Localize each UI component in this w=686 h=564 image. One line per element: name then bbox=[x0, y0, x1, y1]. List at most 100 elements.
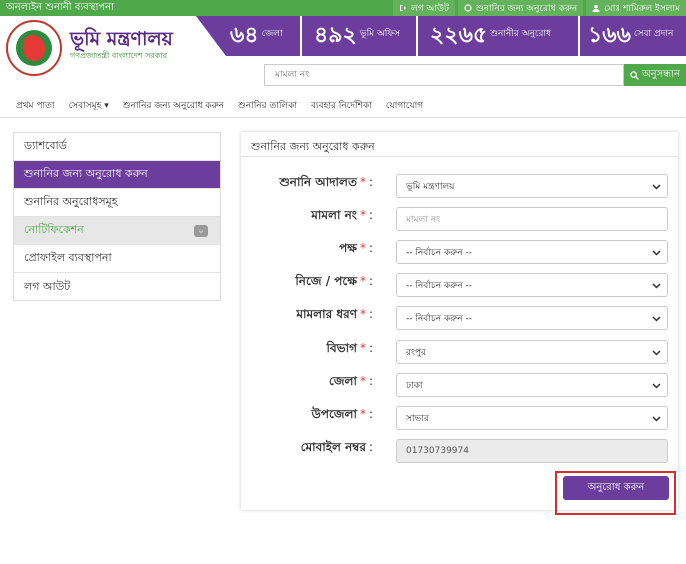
sidebar-item-dashboard[interactable]: ড্যাশবোর্ড bbox=[14, 133, 220, 161]
stat-number: ১৬৬ bbox=[588, 22, 631, 48]
chevron-down-icon bbox=[652, 350, 661, 356]
label-colon: : bbox=[368, 440, 373, 454]
case-type-select[interactable]: -- নির্বাচন করুন -- bbox=[396, 306, 668, 330]
stat-hearing-requests: ২২৬৫ শুনানীর অনুরোধ bbox=[430, 16, 551, 56]
nav-contact[interactable]: যোগাযোগ bbox=[386, 98, 423, 113]
sidebar-item-hearing-requests[interactable]: শুনানির অনুরোধসমূহ bbox=[14, 189, 220, 217]
bangladesh-map-icon bbox=[23, 35, 45, 61]
user-icon bbox=[592, 4, 600, 12]
select-value: ভূমি মন্ত্রণালয় bbox=[406, 181, 455, 192]
search-input[interactable] bbox=[264, 64, 624, 86]
label-text: মোবাইল নম্বর bbox=[300, 440, 366, 454]
case-number-input[interactable]: মামলা নং bbox=[396, 207, 668, 231]
select-value: সাভার bbox=[406, 413, 429, 424]
required-mark: * bbox=[359, 208, 366, 222]
nav-services[interactable]: সেবাসমূহ ▾ bbox=[69, 98, 109, 113]
stat-divider bbox=[300, 16, 302, 56]
search-button-label: অনুসন্ধান bbox=[641, 68, 681, 80]
label-colon: : bbox=[368, 341, 373, 355]
stat-label: জেলা bbox=[261, 28, 283, 39]
hearing-request-form: শুনানির জন্য অনুরোধ করুন শুনানি আদালত *: … bbox=[241, 132, 678, 510]
logout-label: লগ আউট bbox=[411, 3, 449, 14]
sidebar-item-label: প্রোফাইল ব্যবস্থাপনা bbox=[24, 251, 112, 264]
self-or-party-select[interactable]: -- নির্বাচন করুন -- bbox=[396, 273, 668, 297]
sidebar-item-label: লগ আউট bbox=[24, 279, 71, 293]
label-division: বিভাগ *: bbox=[327, 340, 373, 360]
chevron-down-icon bbox=[652, 283, 661, 289]
label-text: মামলার ধরণ bbox=[296, 307, 357, 321]
select-value: -- নির্বাচন করুন -- bbox=[406, 247, 472, 258]
stat-districts: ৬৪ জেলা bbox=[230, 16, 283, 56]
nav-user-guide[interactable]: ব্যবহার নির্দেশিকা bbox=[311, 98, 372, 113]
search-button[interactable]: অনুসন্ধান bbox=[624, 64, 686, 86]
label-colon: : bbox=[368, 307, 373, 321]
top-links: লগ আউট শুনানির জন্য অনুরোধ করুন মোঃ শামি… bbox=[390, 0, 686, 16]
label-colon: : bbox=[368, 274, 373, 288]
label-colon: : bbox=[368, 407, 373, 421]
label-party: পক্ষ *: bbox=[339, 240, 373, 260]
select-value: -- নির্বাচন করুন -- bbox=[406, 313, 472, 324]
form-title: শুনানির জন্য অনুরোধ করুন bbox=[251, 140, 375, 153]
nav-request-hearing[interactable]: শুনানির জন্য অনুরোধ করুন bbox=[123, 98, 224, 113]
label-text: জেলা bbox=[328, 374, 357, 388]
submit-request-button[interactable]: অনুরোধ করুন bbox=[563, 476, 669, 500]
nav-home[interactable]: প্রথম পাতা bbox=[16, 98, 55, 113]
circle-icon bbox=[464, 4, 472, 12]
stat-divider bbox=[578, 16, 580, 56]
label-colon: : bbox=[368, 175, 373, 189]
sidebar-item-notifications[interactable]: নোটিফিকেশন ০ bbox=[14, 217, 220, 245]
user-name: মোঃ শামিরুল ইসলাম bbox=[604, 3, 680, 14]
request-hearing-link[interactable]: শুনানির জন্য অনুরোধ করুন bbox=[457, 0, 584, 16]
sidebar: ড্যাশবোর্ড শুনানির জন্য অনুরোধ করুন শুনা… bbox=[13, 132, 221, 301]
divider bbox=[241, 156, 678, 157]
label-upazila: উপজেলা *: bbox=[311, 406, 373, 426]
sidebar-item-profile[interactable]: প্রোফাইল ব্যবস্থাপনা bbox=[14, 245, 220, 273]
request-hearing-label: শুনানির জন্য অনুরোধ করুন bbox=[475, 3, 578, 14]
search-icon bbox=[630, 70, 639, 80]
stat-number: ৪৯২ bbox=[314, 22, 357, 48]
ministry-subtitle: গণপ্রজাতন্ত্রী বাংলাদেশ সরকার bbox=[70, 51, 168, 60]
label-district: জেলা *: bbox=[329, 373, 373, 393]
label-text: শুনানি আদালত bbox=[279, 175, 357, 189]
mobile-number-value: 01730739974 bbox=[406, 446, 469, 456]
logout-link[interactable]: লগ আউট bbox=[393, 0, 455, 16]
top-bar: অনলাইন শুনানী ব্যবস্থাপনা লগ আউট শুনানির… bbox=[0, 0, 686, 16]
label-colon: : bbox=[368, 208, 373, 222]
division-select[interactable]: রংপুর bbox=[396, 340, 668, 364]
government-logo[interactable] bbox=[6, 20, 62, 76]
party-select[interactable]: -- নির্বাচন করুন -- bbox=[396, 240, 668, 264]
upazila-select[interactable]: সাভার bbox=[396, 406, 668, 430]
hearing-court-select[interactable]: ভূমি মন্ত্রণালয় bbox=[396, 174, 668, 198]
stat-services: ১৬৬ সেবা প্রদান bbox=[588, 16, 673, 56]
stat-land-offices: ৪৯২ ভূমি অফিস bbox=[314, 16, 400, 56]
nav-hearing-list[interactable]: শুনানির তালিকা bbox=[238, 98, 297, 113]
chevron-down-icon bbox=[652, 184, 661, 190]
label-text: নিজে / পক্ষে bbox=[295, 274, 357, 288]
chevron-down-icon bbox=[652, 416, 661, 422]
required-mark: * bbox=[359, 274, 366, 288]
label-text: মামলা নং bbox=[311, 208, 357, 222]
district-select[interactable]: ঢাকা bbox=[396, 373, 668, 397]
sign-out-icon bbox=[400, 5, 407, 11]
label-hearing-court: শুনানি আদালত *: bbox=[279, 174, 373, 194]
user-menu[interactable]: মোঃ শামিরুল ইসলাম bbox=[586, 0, 686, 16]
stat-number: ৬৪ bbox=[230, 22, 259, 48]
required-mark: * bbox=[359, 307, 366, 321]
sidebar-item-label: শুনানির জন্য অনুরোধ করুন bbox=[24, 167, 148, 180]
select-value: রংপুর bbox=[406, 347, 426, 358]
label-text: বিভাগ bbox=[326, 341, 357, 355]
required-mark: * bbox=[359, 175, 366, 189]
sidebar-item-request-hearing[interactable]: শুনানির জন্য অনুরোধ করুন bbox=[14, 161, 220, 189]
select-value: ঢাকা bbox=[406, 380, 423, 391]
stat-number: ২২৬৫ bbox=[430, 22, 488, 48]
select-value: -- নির্বাচন করুন -- bbox=[406, 280, 472, 291]
chevron-down-icon bbox=[652, 383, 661, 389]
required-mark: * bbox=[359, 241, 366, 255]
sidebar-item-label: শুনানির অনুরোধসমূহ bbox=[24, 195, 118, 208]
label-colon: : bbox=[368, 241, 373, 255]
label-self-or-party: নিজে / পক্ষে *: bbox=[295, 273, 373, 293]
sidebar-item-logout[interactable]: লগ আউট bbox=[14, 273, 220, 301]
sidebar-item-label: নোটিফিকেশন bbox=[24, 223, 84, 236]
system-title: অনলাইন শুনানী ব্যবস্থাপনা bbox=[6, 2, 115, 13]
required-mark: * bbox=[359, 341, 366, 355]
